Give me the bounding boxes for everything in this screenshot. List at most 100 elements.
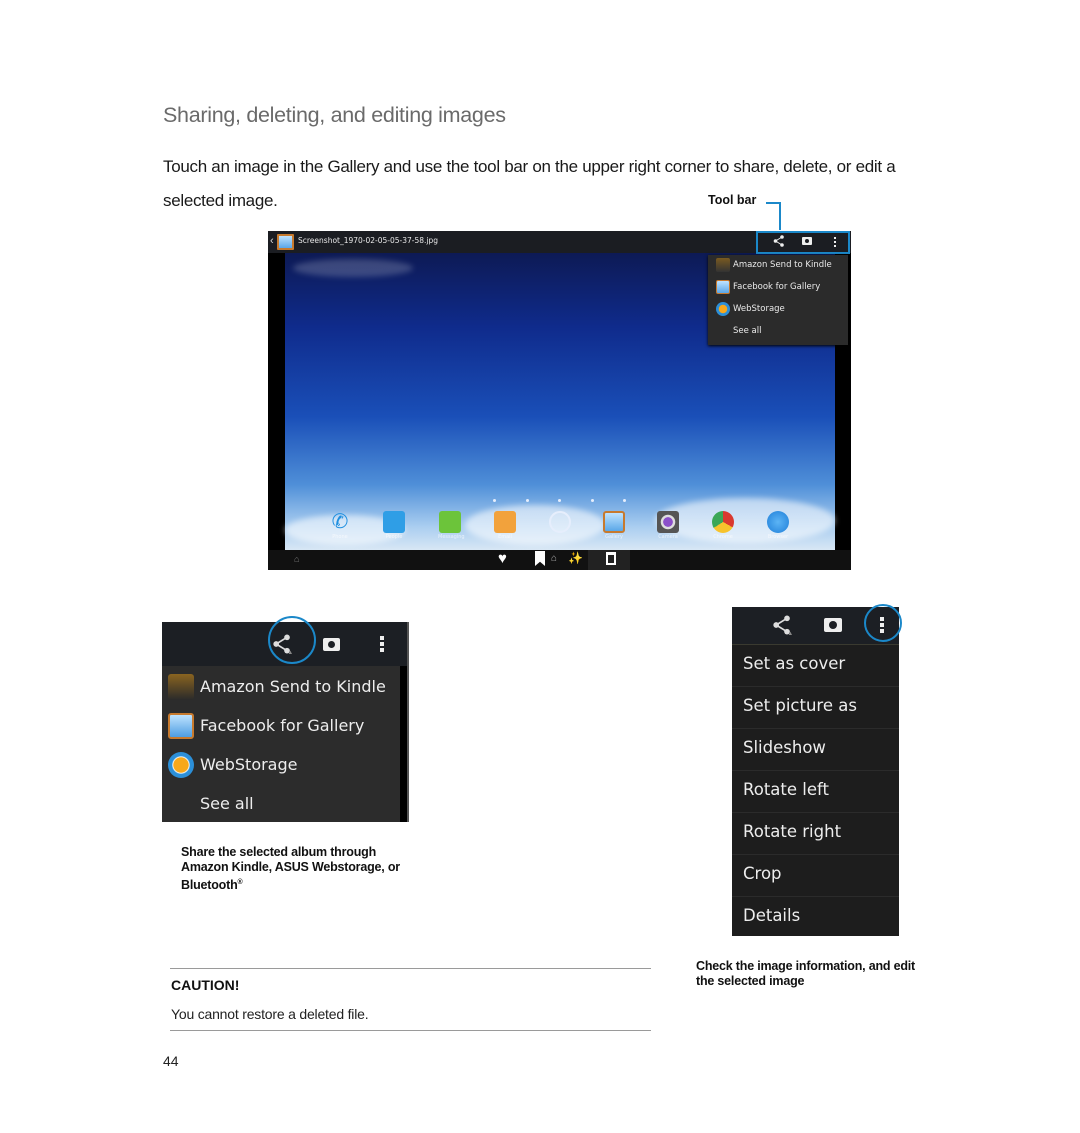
registered-mark: ® — [237, 879, 243, 886]
overflow-menu-item-label: Crop — [743, 864, 782, 883]
edit-caption: Check the image information, and edit th… — [696, 959, 916, 988]
bottom-toolbar: ⌂ ♥ ⌂ ✨ — [268, 550, 851, 570]
intro-paragraph: Touch an image in the Gallery and use th… — [163, 157, 896, 210]
share-menu-item-label: See all — [733, 326, 762, 336]
dock-label: Camera — [658, 534, 678, 540]
toolbar-highlight — [756, 231, 850, 254]
dock-label: Messaging — [438, 534, 465, 540]
kindle-icon — [716, 258, 730, 272]
share-menu-item-label: Amazon Send to Kindle — [733, 260, 832, 270]
email-icon — [494, 511, 516, 533]
edit-wand-icon[interactable]: ✨ — [568, 551, 583, 565]
share-menu-item-label: See all — [200, 794, 254, 813]
share-menu-item-label: Facebook for Gallery — [200, 716, 365, 735]
dock-app-email[interactable]: Email — [493, 511, 517, 540]
share-menu-item[interactable]: Amazon Send to Kindle — [162, 668, 398, 707]
section-heading: Sharing, deleting, and editing images — [163, 103, 506, 127]
gallery-app-icon[interactable] — [277, 234, 294, 250]
divider — [170, 1030, 651, 1031]
overflow-menu-item-label: Rotate left — [743, 780, 829, 799]
camera-icon[interactable] — [824, 618, 842, 632]
webstorage-icon — [716, 302, 730, 316]
share-menu-item-label: WebStorage — [733, 304, 785, 314]
kindle-icon — [168, 674, 194, 700]
divider — [170, 968, 651, 969]
overflow-menu-item[interactable]: Slideshow — [732, 729, 899, 771]
gallery-icon — [603, 511, 625, 533]
page-dot — [623, 499, 626, 502]
share-menu-item[interactable]: See all — [708, 321, 848, 343]
share-menu-item[interactable]: WebStorage — [162, 746, 398, 785]
share-menu-item[interactable]: WebStorage — [708, 299, 848, 321]
dock-app-chrome[interactable]: Chrome — [711, 511, 735, 540]
bookmark-icon[interactable] — [535, 551, 545, 566]
dock-app-camera[interactable]: Camera — [656, 511, 680, 540]
contacts-icon — [383, 511, 405, 533]
share-menu: Amazon Send to Kindle Facebook for Galle… — [708, 255, 848, 345]
more-options-inset: Set as cover Set picture as Slideshow Ro… — [732, 607, 899, 936]
caution-text: You cannot restore a deleted file. — [171, 1006, 369, 1022]
share-menu-item[interactable]: See all — [162, 785, 398, 824]
callout-line — [779, 202, 781, 230]
dock-app-messaging[interactable]: Messaging — [438, 511, 465, 540]
gallery-icon — [168, 713, 194, 739]
overflow-menu-item-label: Rotate right — [743, 822, 842, 841]
dock-app-people[interactable]: People — [382, 511, 406, 540]
more-options-icon[interactable] — [380, 636, 384, 652]
dock-label: People — [385, 534, 403, 540]
chrome-icon — [712, 511, 734, 533]
apps-drawer-icon — [549, 511, 571, 533]
share-menu-item[interactable]: Amazon Send to Kindle — [708, 255, 848, 277]
overflow-menu-item[interactable]: Rotate right — [732, 813, 899, 855]
dock-label: Browser — [767, 534, 789, 540]
page-number: 44 — [163, 1053, 179, 1069]
home-icon[interactable]: ⌂ — [551, 553, 557, 564]
share-menu-item[interactable]: Facebook for Gallery — [162, 707, 398, 746]
page-dot — [558, 499, 561, 502]
phone-icon: ✆ — [331, 511, 349, 533]
image-filename: Screenshot_1970-02-05-05-37-58.jpg — [298, 236, 439, 245]
dock-label: Chrome — [713, 534, 733, 540]
dock-label: Phone — [332, 534, 348, 540]
dock-app-browser[interactable]: Browser — [766, 511, 790, 540]
browser-icon — [767, 511, 789, 533]
overflow-menu-item-label: Slideshow — [743, 738, 826, 757]
page-dot — [493, 499, 496, 502]
camera-icon — [657, 511, 679, 533]
camera-icon[interactable] — [323, 638, 340, 651]
overflow-menu-item[interactable]: Details — [732, 897, 899, 939]
trash-icon[interactable] — [606, 552, 616, 565]
share-caption-text: Share the selected album through Amazon … — [181, 845, 400, 893]
collapse-icon[interactable]: ⌂ — [294, 554, 299, 564]
dock-label: Email — [498, 534, 512, 540]
share-menu-item[interactable]: Facebook for Gallery — [708, 277, 848, 299]
share-menu-item-label: Amazon Send to Kindle — [200, 677, 386, 696]
overflow-menu-item[interactable]: Set as cover — [732, 645, 899, 687]
dock-app-phone[interactable]: ✆ Phone — [328, 511, 352, 540]
share-highlight-circle — [268, 616, 316, 664]
dock-label: Gallery — [605, 534, 623, 540]
overflow-menu-item-label: Set as cover — [743, 654, 846, 673]
overflow-menu-item[interactable]: Crop — [732, 855, 899, 897]
toolbar-callout-label: Tool bar — [708, 193, 757, 207]
gallery-icon — [716, 280, 730, 294]
back-icon[interactable]: ‹ — [270, 235, 274, 247]
overflow-menu-item[interactable]: Rotate left — [732, 771, 899, 813]
caution-title: CAUTION! — [171, 977, 240, 993]
page-dot — [591, 499, 594, 502]
messaging-icon — [439, 511, 461, 533]
share-menu-item-label: Facebook for Gallery — [733, 282, 821, 292]
overflow-menu-item-label: Details — [743, 906, 801, 925]
dock-app-gallery[interactable]: Gallery — [602, 511, 626, 540]
dock-app-drawer[interactable] — [548, 511, 572, 533]
share-menu-item-label: WebStorage — [200, 755, 298, 774]
overflow-menu-item[interactable]: Set picture as — [732, 687, 899, 729]
more-options-highlight-circle — [864, 604, 902, 642]
share-caption: Share the selected album through Amazon … — [181, 845, 411, 893]
scrollbar[interactable] — [400, 666, 407, 822]
page-dot — [526, 499, 529, 502]
favorite-icon[interactable]: ♥ — [498, 550, 507, 567]
share-icon[interactable] — [772, 615, 792, 640]
webstorage-icon — [168, 752, 194, 778]
overflow-menu-item-label: Set picture as — [743, 696, 857, 715]
